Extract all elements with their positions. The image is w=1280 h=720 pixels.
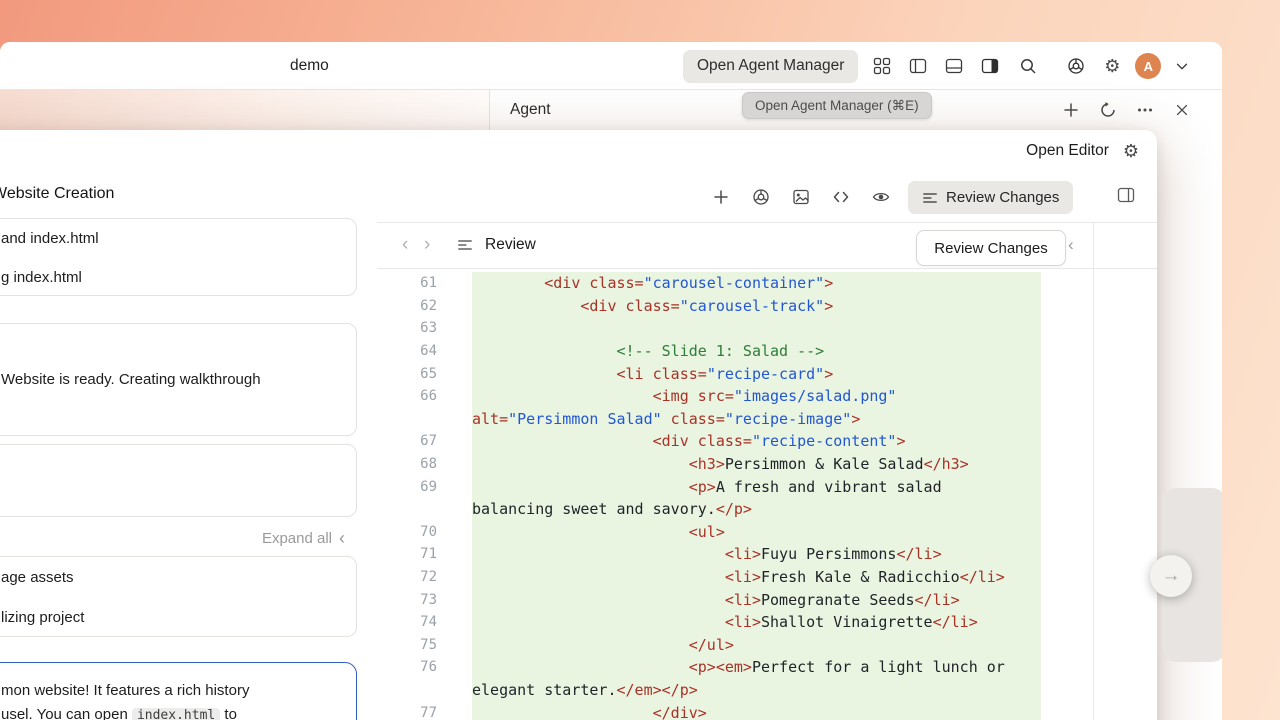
search-icon[interactable] xyxy=(1019,57,1037,75)
apps-grid-icon[interactable] xyxy=(873,57,891,75)
line-number: 62 xyxy=(377,298,437,314)
gear-icon[interactable]: ⚙ xyxy=(1123,142,1139,160)
task-list-card: age assets lizing project xyxy=(0,556,357,637)
line-number: 68 xyxy=(377,456,437,472)
plus-icon[interactable] xyxy=(1062,101,1080,119)
code-line[interactable]: 64 <!-- Slide 1: Salad --> xyxy=(377,340,1093,363)
composer-text: usel. You can open xyxy=(1,706,132,720)
back-chevron-icon[interactable]: ‹ xyxy=(402,222,408,268)
collapse-chevron-icon[interactable]: ‹ xyxy=(1068,222,1074,268)
open-editor-button[interactable]: Open Editor xyxy=(1026,142,1109,160)
chevron-down-icon[interactable] xyxy=(1173,57,1191,75)
overlay-window: Open Editor ⚙ Website Creation and index… xyxy=(0,130,1157,720)
code-line[interactable]: 72 <li>Fresh Kale & Radicchio</li> xyxy=(377,566,1093,589)
titlebar-right: Open Agent Manager xyxy=(683,42,1191,90)
line-number: 73 xyxy=(377,592,437,608)
line-number: 67 xyxy=(377,433,437,449)
panel-bottom-icon[interactable] xyxy=(945,57,963,75)
panel-left-icon[interactable] xyxy=(909,57,927,75)
chevron-left-icon: ‹ xyxy=(339,529,345,547)
panel-right-icon[interactable] xyxy=(1117,186,1135,204)
line-number: 72 xyxy=(377,569,437,585)
code-line[interactable]: 69 <p>A fresh and vibrant salad xyxy=(377,475,1093,498)
line-number: 61 xyxy=(377,275,437,291)
code-line[interactable]: balancing sweet and savory.</p> xyxy=(377,498,1093,521)
browser-icon[interactable] xyxy=(752,188,770,206)
editor-pane-background xyxy=(0,90,490,130)
file-chip: index.html xyxy=(132,708,220,720)
review-icon xyxy=(457,222,473,268)
overlay-header: Open Editor ⚙ xyxy=(0,130,1157,172)
divider xyxy=(1093,222,1094,720)
review-changes-button[interactable]: Review Changes xyxy=(908,181,1073,214)
review-changes-label: Review Changes xyxy=(946,189,1059,206)
line-number: 69 xyxy=(377,479,437,495)
code-line[interactable]: 74 <li>Shallot Vinaigrette</li> xyxy=(377,611,1093,634)
open-agent-manager-button[interactable]: Open Agent Manager xyxy=(683,50,858,83)
line-number: 77 xyxy=(377,705,437,720)
review-tab-title: Review xyxy=(485,222,536,268)
plus-icon[interactable] xyxy=(712,188,730,206)
code-line[interactable]: 77 </div> xyxy=(377,701,1093,720)
code-line[interactable]: 65 <li class="recipe-card"> xyxy=(377,362,1093,385)
code-line[interactable]: 66 <img src="images/salad.png" xyxy=(377,385,1093,408)
composer-line: usel. You can open index.html to xyxy=(1,703,346,720)
code-line[interactable]: 76 <p><em>Perfect for a light lunch or xyxy=(377,656,1093,679)
code-line[interactable]: 67 <div class="recipe-content"> xyxy=(377,430,1093,453)
code-line[interactable]: 71 <li>Fuyu Persimmons</li> xyxy=(377,543,1093,566)
agent-panel-header: Agent xyxy=(0,90,1222,130)
ellipsis-icon[interactable] xyxy=(1136,101,1154,119)
message-composer[interactable]: mon website! It features a rich history … xyxy=(0,662,357,720)
code-line[interactable]: 70 <ul> xyxy=(377,521,1093,544)
titlebar: demo Open Agent Manager xyxy=(0,42,1222,90)
code-line[interactable]: 73 <li>Pomegranate Seeds</li> xyxy=(377,588,1093,611)
code-icon[interactable] xyxy=(832,188,850,206)
line-number: 63 xyxy=(377,320,437,336)
eye-icon[interactable] xyxy=(872,188,890,206)
thread-title: Website Creation xyxy=(0,185,114,203)
code-line[interactable]: alt="Persimmon Salad" class="recipe-imag… xyxy=(377,408,1093,431)
panel-right-icon[interactable] xyxy=(981,57,999,75)
main-window: demo Open Agent Manager xyxy=(0,42,1222,720)
code-line[interactable]: 63 xyxy=(377,317,1093,340)
empty-card xyxy=(0,444,357,517)
image-icon[interactable] xyxy=(792,188,810,206)
line-number: 66 xyxy=(377,388,437,404)
tooltip: Open Agent Manager (⌘E) xyxy=(742,92,932,119)
browser-icon[interactable] xyxy=(1067,57,1085,75)
line-number: 71 xyxy=(377,546,437,562)
project-title[interactable]: demo xyxy=(290,42,329,90)
history-icon[interactable] xyxy=(1099,101,1117,119)
avatar[interactable]: A xyxy=(1135,53,1161,79)
expand-panel-button[interactable]: → xyxy=(1150,555,1192,597)
line-number: 64 xyxy=(377,343,437,359)
forward-chevron-icon[interactable]: › xyxy=(424,222,430,268)
code-line[interactable]: 68 <h3>Persimmon & Kale Salad</h3> xyxy=(377,453,1093,476)
expand-all-label[interactable]: Expand all xyxy=(262,530,332,547)
composer-text: to xyxy=(220,706,237,720)
line-number: 70 xyxy=(377,524,437,540)
review-changes-button[interactable]: Review Changes xyxy=(916,230,1066,266)
list-item[interactable]: age assets xyxy=(0,557,356,597)
code-line[interactable]: elegant starter.</em></p> xyxy=(377,679,1093,702)
line-number: 65 xyxy=(377,366,437,382)
code-line[interactable]: 75 </ul> xyxy=(377,634,1093,657)
code-line[interactable]: 61 <div class="carousel-container"> xyxy=(377,272,1093,295)
gear-icon[interactable]: ⚙ xyxy=(1103,57,1121,75)
arrow-right-icon: → xyxy=(1162,565,1181,587)
list-item[interactable]: lizing project xyxy=(0,597,356,637)
expand-all[interactable]: Expand all ‹ xyxy=(0,526,345,550)
status-card: Website is ready. Creating walkthrough xyxy=(0,323,357,436)
close-icon[interactable] xyxy=(1173,101,1191,119)
code-line[interactable]: 62 <div class="carousel-track"> xyxy=(377,295,1093,318)
line-number: 74 xyxy=(377,614,437,630)
status-text: Website is ready. Creating walkthrough xyxy=(1,371,261,388)
line-number: 75 xyxy=(377,637,437,653)
review-changes-icon xyxy=(922,190,938,206)
line-number: 76 xyxy=(377,659,437,675)
agent-panel-title: Agent xyxy=(510,90,551,130)
code-editor[interactable]: 61 <div class="carousel-container">62 <d… xyxy=(377,269,1093,720)
composer-line: mon website! It features a rich history xyxy=(1,679,346,703)
